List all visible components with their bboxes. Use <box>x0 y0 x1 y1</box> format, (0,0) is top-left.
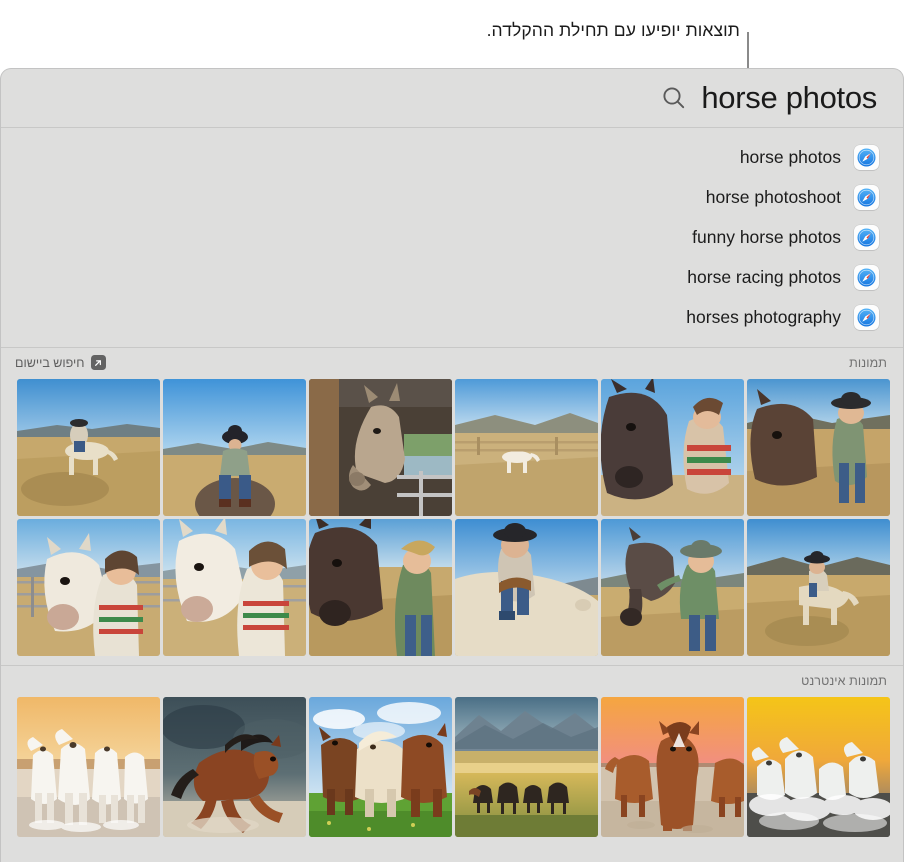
photo-thumbnail[interactable] <box>163 519 306 656</box>
search-input[interactable]: horse photos <box>701 80 877 116</box>
suggestion-item[interactable]: funny horse photos <box>1 217 881 257</box>
arrow-up-right-icon <box>90 355 106 370</box>
suggestion-item[interactable]: horse photos <box>1 137 881 177</box>
photo-thumbnail[interactable] <box>601 697 744 837</box>
in-app-search-button[interactable]: חיפוש ביישום <box>15 355 106 370</box>
photo-row <box>17 697 890 837</box>
internet-section-title: תמונות אינטרנט <box>801 673 887 688</box>
photo-thumbnail[interactable] <box>455 519 598 656</box>
internet-photos-section-header: תמונות אינטרנט <box>1 665 903 695</box>
photo-thumbnail[interactable] <box>17 519 160 656</box>
photo-thumbnail[interactable] <box>309 379 452 516</box>
photo-thumbnail[interactable] <box>17 379 160 516</box>
photo-thumbnail[interactable] <box>601 519 744 656</box>
photo-thumbnail[interactable] <box>455 379 598 516</box>
photo-thumbnail[interactable] <box>747 519 890 656</box>
photo-thumbnail[interactable] <box>455 697 598 837</box>
photo-thumbnail[interactable] <box>163 379 306 516</box>
safari-compass-icon <box>854 184 879 210</box>
suggestion-label: funny horse photos <box>692 226 841 247</box>
callout-annotation: תוצאות יופיעו עם תחילת ההקלדה. <box>0 10 904 84</box>
safari-compass-icon <box>854 144 879 170</box>
suggestion-label: horse racing photos <box>687 266 841 287</box>
suggestion-label: horse photoshoot <box>705 186 841 207</box>
search-field[interactable]: horse photos <box>1 69 903 128</box>
suggestion-label: horses photography <box>686 306 841 327</box>
photo-thumbnail[interactable] <box>747 379 890 516</box>
suggestion-item[interactable]: horse racing photos <box>1 257 881 297</box>
photos-results-grid <box>1 379 903 656</box>
suggestion-item[interactable]: horses photography <box>1 297 881 337</box>
spotlight-search-panel: horse photos horse photos horse photosho… <box>0 68 904 862</box>
safari-compass-icon <box>854 304 879 330</box>
safari-compass-icon <box>854 264 879 290</box>
suggestion-label: horse photos <box>739 146 841 167</box>
photo-thumbnail[interactable] <box>747 697 890 837</box>
in-app-search-label: חיפוש ביישום <box>15 355 85 370</box>
search-icon <box>661 85 687 111</box>
suggestion-item[interactable]: horse photoshoot <box>1 177 881 217</box>
photo-thumbnail[interactable] <box>309 697 452 837</box>
photo-row <box>17 379 890 516</box>
suggestion-list: horse photos horse photoshoot funny hors… <box>1 128 903 347</box>
photo-row <box>17 519 890 656</box>
photos-section-title: תמונות <box>849 355 887 370</box>
photo-thumbnail[interactable] <box>163 697 306 837</box>
internet-photos-grid <box>1 697 903 837</box>
photo-thumbnail[interactable] <box>17 697 160 837</box>
photos-section-header: תמונות חיפוש ביישום <box>1 347 903 377</box>
photo-thumbnail[interactable] <box>601 379 744 516</box>
safari-compass-icon <box>854 224 879 250</box>
photo-thumbnail[interactable] <box>309 519 452 656</box>
callout-text: תוצאות יופיעו עם תחילת ההקלדה. <box>486 20 740 40</box>
